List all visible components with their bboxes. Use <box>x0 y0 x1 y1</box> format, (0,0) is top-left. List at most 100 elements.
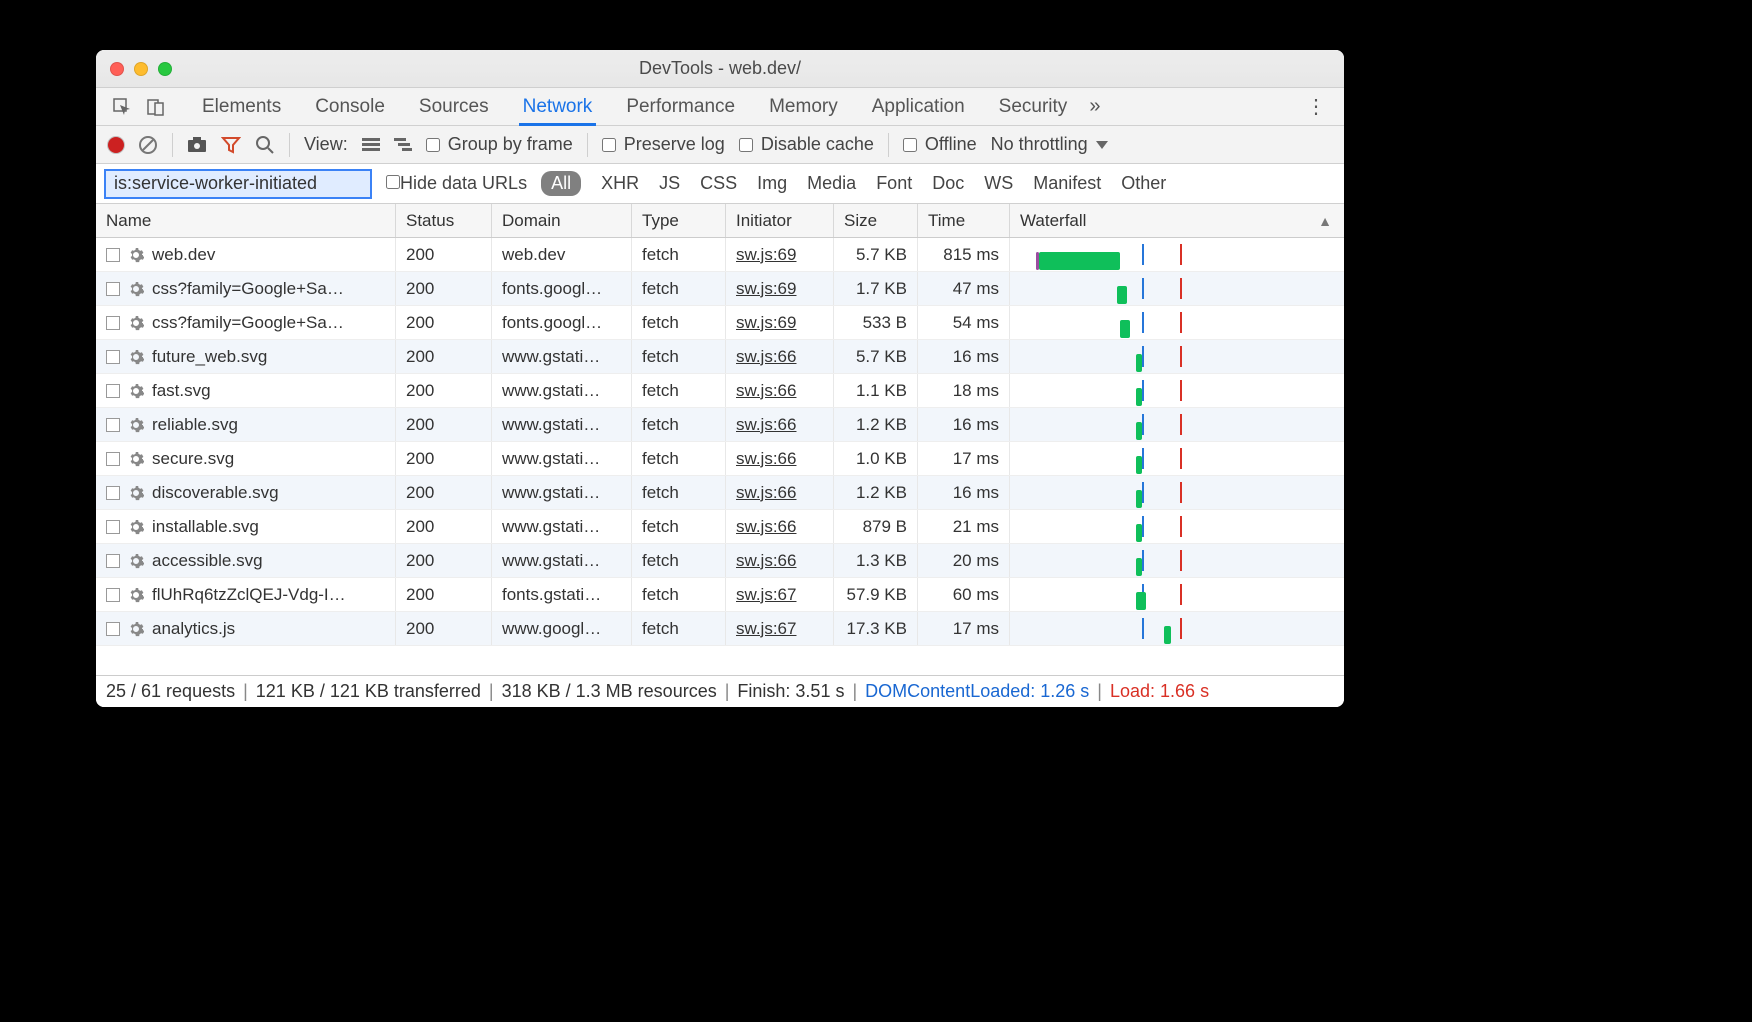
filter-chip-media[interactable]: Media <box>807 173 856 194</box>
table-row[interactable]: reliable.svg200www.gstati…fetchsw.js:661… <box>96 408 1344 442</box>
initiator-link[interactable]: sw.js:66 <box>736 347 796 367</box>
table-row[interactable]: secure.svg200www.gstati…fetchsw.js:661.0… <box>96 442 1344 476</box>
cell-type: fetch <box>632 340 726 373</box>
search-icon[interactable] <box>255 135 275 155</box>
cell-type: fetch <box>632 272 726 305</box>
panel-tab-console[interactable]: Console <box>315 96 385 118</box>
waterfall-bar <box>1136 592 1145 610</box>
filter-input[interactable] <box>104 169 372 199</box>
disable-cache-checkbox[interactable]: Disable cache <box>739 134 874 155</box>
throttling-select[interactable]: No throttling <box>991 134 1108 155</box>
device-toolbar-icon[interactable] <box>146 97 166 117</box>
filter-icon[interactable] <box>221 136 241 154</box>
maximize-button[interactable] <box>158 62 172 76</box>
preserve-log-checkbox[interactable]: Preserve log <box>602 134 725 155</box>
row-checkbox[interactable] <box>106 520 120 534</box>
table-row[interactable]: analytics.js200www.googl…fetchsw.js:6717… <box>96 612 1344 646</box>
row-checkbox[interactable] <box>106 384 120 398</box>
panel-tab-elements[interactable]: Elements <box>202 96 281 118</box>
waterfall-view-icon[interactable] <box>394 138 412 152</box>
column-header-time[interactable]: Time <box>918 204 1010 237</box>
row-checkbox[interactable] <box>106 316 120 330</box>
view-label: View: <box>304 134 348 155</box>
initiator-link[interactable]: sw.js:66 <box>736 449 796 469</box>
filter-chip-ws[interactable]: WS <box>984 173 1013 194</box>
initiator-link[interactable]: sw.js:66 <box>736 415 796 435</box>
table-row[interactable]: future_web.svg200www.gstati…fetchsw.js:6… <box>96 340 1344 374</box>
row-checkbox[interactable] <box>106 282 120 296</box>
panel-tab-sources[interactable]: Sources <box>419 96 489 118</box>
filter-chip-css[interactable]: CSS <box>700 173 737 194</box>
cell-initiator: sw.js:66 <box>726 340 834 373</box>
table-row[interactable]: discoverable.svg200www.gstati…fetchsw.js… <box>96 476 1344 510</box>
filter-chip-doc[interactable]: Doc <box>932 173 964 194</box>
large-rows-icon[interactable] <box>362 138 380 152</box>
screenshot-icon[interactable] <box>187 137 207 153</box>
row-checkbox[interactable] <box>106 418 120 432</box>
filter-chip-other[interactable]: Other <box>1121 173 1166 194</box>
settings-menu-icon[interactable]: ⋮ <box>1306 94 1326 119</box>
row-checkbox[interactable] <box>106 452 120 466</box>
panel-tab-security[interactable]: Security <box>999 96 1068 118</box>
column-header-waterfall[interactable]: Waterfall▲ <box>1010 204 1344 237</box>
table-row[interactable]: css?family=Google+Sa…200fonts.googl…fetc… <box>96 306 1344 340</box>
offline-checkbox[interactable]: Offline <box>903 134 977 155</box>
initiator-link[interactable]: sw.js:66 <box>736 483 796 503</box>
panel-tab-performance[interactable]: Performance <box>626 96 735 118</box>
panel-tab-memory[interactable]: Memory <box>769 96 838 118</box>
initiator-link[interactable]: sw.js:67 <box>736 585 796 605</box>
table-row[interactable]: accessible.svg200www.gstati…fetchsw.js:6… <box>96 544 1344 578</box>
dcl-line <box>1142 448 1144 469</box>
close-button[interactable] <box>110 62 124 76</box>
hide-data-urls-checkbox[interactable]: Hide data URLs <box>386 173 527 194</box>
filter-chip-img[interactable]: Img <box>757 173 787 194</box>
column-header-type[interactable]: Type <box>632 204 726 237</box>
initiator-link[interactable]: sw.js:69 <box>736 313 796 333</box>
dcl-line <box>1142 346 1144 367</box>
initiator-link[interactable]: sw.js:69 <box>736 245 796 265</box>
column-header-status[interactable]: Status <box>396 204 492 237</box>
initiator-link[interactable]: sw.js:66 <box>736 517 796 537</box>
row-checkbox[interactable] <box>106 248 120 262</box>
row-checkbox[interactable] <box>106 588 120 602</box>
cell-size: 533 B <box>834 306 918 339</box>
initiator-link[interactable]: sw.js:66 <box>736 551 796 571</box>
column-header-domain[interactable]: Domain <box>492 204 632 237</box>
clear-icon[interactable] <box>138 135 158 155</box>
initiator-link[interactable]: sw.js:69 <box>736 279 796 299</box>
panel-tab-application[interactable]: Application <box>872 96 965 118</box>
filter-chip-all[interactable]: All <box>541 171 581 196</box>
column-header-name[interactable]: Name <box>96 204 396 237</box>
filter-chip-manifest[interactable]: Manifest <box>1033 173 1101 194</box>
minimize-button[interactable] <box>134 62 148 76</box>
row-checkbox[interactable] <box>106 554 120 568</box>
initiator-link[interactable]: sw.js:66 <box>736 381 796 401</box>
initiator-link[interactable]: sw.js:67 <box>736 619 796 639</box>
record-button[interactable] <box>108 137 124 153</box>
filter-chip-xhr[interactable]: XHR <box>601 173 639 194</box>
cell-time: 17 ms <box>918 442 1010 475</box>
table-row[interactable]: web.dev200web.devfetchsw.js:695.7 KB815 … <box>96 238 1344 272</box>
column-header-size[interactable]: Size <box>834 204 918 237</box>
row-name-text: css?family=Google+Sa… <box>152 313 344 333</box>
cell-initiator: sw.js:66 <box>726 374 834 407</box>
dcl-line <box>1142 618 1144 639</box>
inspect-element-icon[interactable] <box>112 97 132 117</box>
filter-chip-js[interactable]: JS <box>659 173 680 194</box>
panel-tab-network[interactable]: Network <box>523 88 593 126</box>
row-checkbox[interactable] <box>106 350 120 364</box>
row-checkbox[interactable] <box>106 486 120 500</box>
table-row[interactable]: css?family=Google+Sa…200fonts.googl…fetc… <box>96 272 1344 306</box>
table-row[interactable]: installable.svg200www.gstati…fetchsw.js:… <box>96 510 1344 544</box>
row-name-text: accessible.svg <box>152 551 263 571</box>
table-row[interactable]: flUhRq6tzZclQEJ-Vdg-I…200fonts.gstati…fe… <box>96 578 1344 612</box>
cell-size: 1.1 KB <box>834 374 918 407</box>
column-header-initiator[interactable]: Initiator <box>726 204 834 237</box>
group-by-frame-checkbox[interactable]: Group by frame <box>426 134 573 155</box>
filter-chip-font[interactable]: Font <box>876 173 912 194</box>
load-line <box>1180 380 1182 401</box>
row-checkbox[interactable] <box>106 622 120 636</box>
cell-type: fetch <box>632 306 726 339</box>
more-tabs-icon[interactable]: » <box>1089 95 1100 118</box>
table-row[interactable]: fast.svg200www.gstati…fetchsw.js:661.1 K… <box>96 374 1344 408</box>
